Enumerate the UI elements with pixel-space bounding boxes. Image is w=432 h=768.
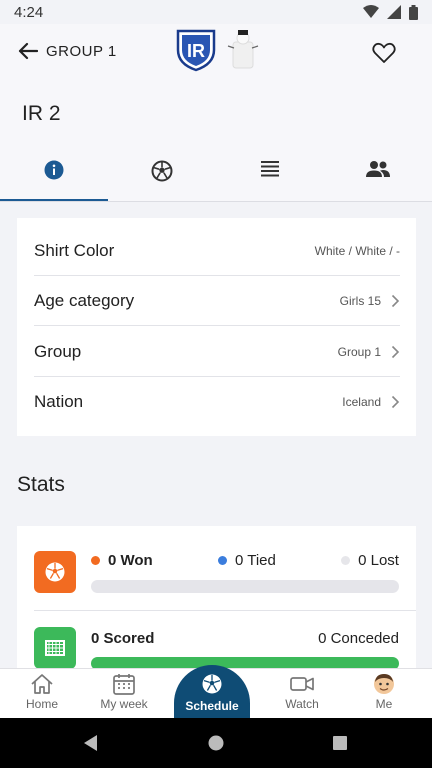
team-tabs [0, 160, 432, 190]
tab-standings[interactable] [216, 160, 324, 190]
signal-icon [387, 5, 401, 19]
system-navigation-bar [0, 718, 432, 768]
avatar-icon [374, 674, 394, 694]
list-icon [261, 161, 279, 177]
wifi-icon [363, 5, 379, 18]
lost-dot [341, 556, 351, 565]
battery-icon [409, 4, 418, 20]
bottom-navigation: Home My week Schedule Watch Me [0, 665, 432, 721]
info-row-shirt-color: Shirt Color White / White / - [34, 226, 400, 276]
scored-count: 0 Scored [91, 630, 155, 647]
goals-icon [34, 627, 76, 669]
nav-me[interactable]: Me [344, 673, 424, 711]
info-icon [44, 160, 64, 180]
back-button[interactable]: GROUP 1 [18, 42, 117, 60]
soccer-ball-icon [151, 160, 173, 182]
nav-home[interactable]: Home [2, 673, 82, 711]
won-dot [91, 556, 100, 565]
nav-schedule-label: Schedule [185, 699, 239, 713]
nav-schedule[interactable]: Schedule [174, 665, 250, 721]
tabs-divider [0, 201, 432, 202]
lost-count: 0 Lost [341, 552, 399, 569]
info-label: Shirt Color [34, 240, 115, 260]
tab-info[interactable] [0, 160, 108, 190]
favorite-heart-icon[interactable] [372, 42, 396, 64]
nav-watch[interactable]: Watch [262, 673, 342, 711]
team-crest: IR [176, 29, 216, 72]
status-bar: 4:24 [0, 0, 432, 24]
info-label: Age category [34, 290, 135, 310]
info-value: Group 1 [337, 344, 381, 359]
calendar-icon [113, 674, 135, 695]
info-label: Nation [34, 392, 84, 411]
chevron-right-icon [391, 345, 400, 358]
team-mascot-image [227, 30, 259, 69]
goal-net-icon [45, 640, 65, 656]
status-icons [363, 4, 418, 20]
crest-text: IR [187, 41, 205, 61]
results-legend: 0 Won 0 Tied 0 Lost [91, 552, 399, 569]
goals-legend: 0 Scored 0 Conceded [91, 630, 399, 647]
chevron-right-icon [391, 395, 400, 409]
system-home-icon[interactable] [208, 735, 224, 751]
soccer-ball-icon [202, 674, 222, 694]
nav-home-label: Home [25, 697, 58, 711]
info-value: Iceland [342, 395, 381, 409]
chevron-right-icon [391, 294, 400, 307]
won-count: 0 Won [91, 552, 153, 569]
tied-dot [217, 556, 227, 565]
system-recents-icon[interactable] [333, 736, 347, 750]
status-time: 4:24 [14, 3, 44, 21]
info-row-nation[interactable]: Nation Iceland [34, 377, 400, 427]
back-label: GROUP 1 [46, 42, 117, 60]
arrow-left-icon [18, 42, 38, 60]
info-row-group[interactable]: Group Group 1 [34, 327, 400, 377]
conceded-count: 0 Conceded [318, 630, 399, 647]
info-label: Group [34, 341, 82, 361]
team-title: IR 2 [22, 102, 61, 125]
team-info-card: Shirt Color White / White / - Age catego… [17, 218, 416, 436]
stats-divider [34, 610, 416, 611]
home-icon [31, 674, 53, 694]
nav-my-week-label: My week [100, 697, 148, 711]
stats-heading: Stats [17, 473, 65, 496]
info-value: White / White / - [314, 243, 400, 258]
video-camera-icon [290, 677, 314, 691]
tab-matches[interactable] [108, 160, 216, 190]
results-progress-bar [91, 580, 399, 593]
nav-me-label: Me [375, 697, 393, 711]
stats-card: 0 Won 0 Tied 0 Lost 0 Scored 0 Conceded [17, 526, 416, 686]
nav-watch-label: Watch [285, 697, 319, 711]
system-back-icon[interactable] [84, 735, 98, 751]
info-value: Girls 15 [339, 293, 381, 308]
soccer-ball-icon [45, 562, 65, 582]
people-icon [366, 161, 390, 177]
match-results-icon [34, 551, 76, 593]
nav-my-week[interactable]: My week [84, 673, 164, 711]
info-row-age-category[interactable]: Age category Girls 15 [34, 276, 400, 326]
tab-players[interactable] [324, 160, 432, 190]
tied-count: 0 Tied [217, 552, 276, 569]
